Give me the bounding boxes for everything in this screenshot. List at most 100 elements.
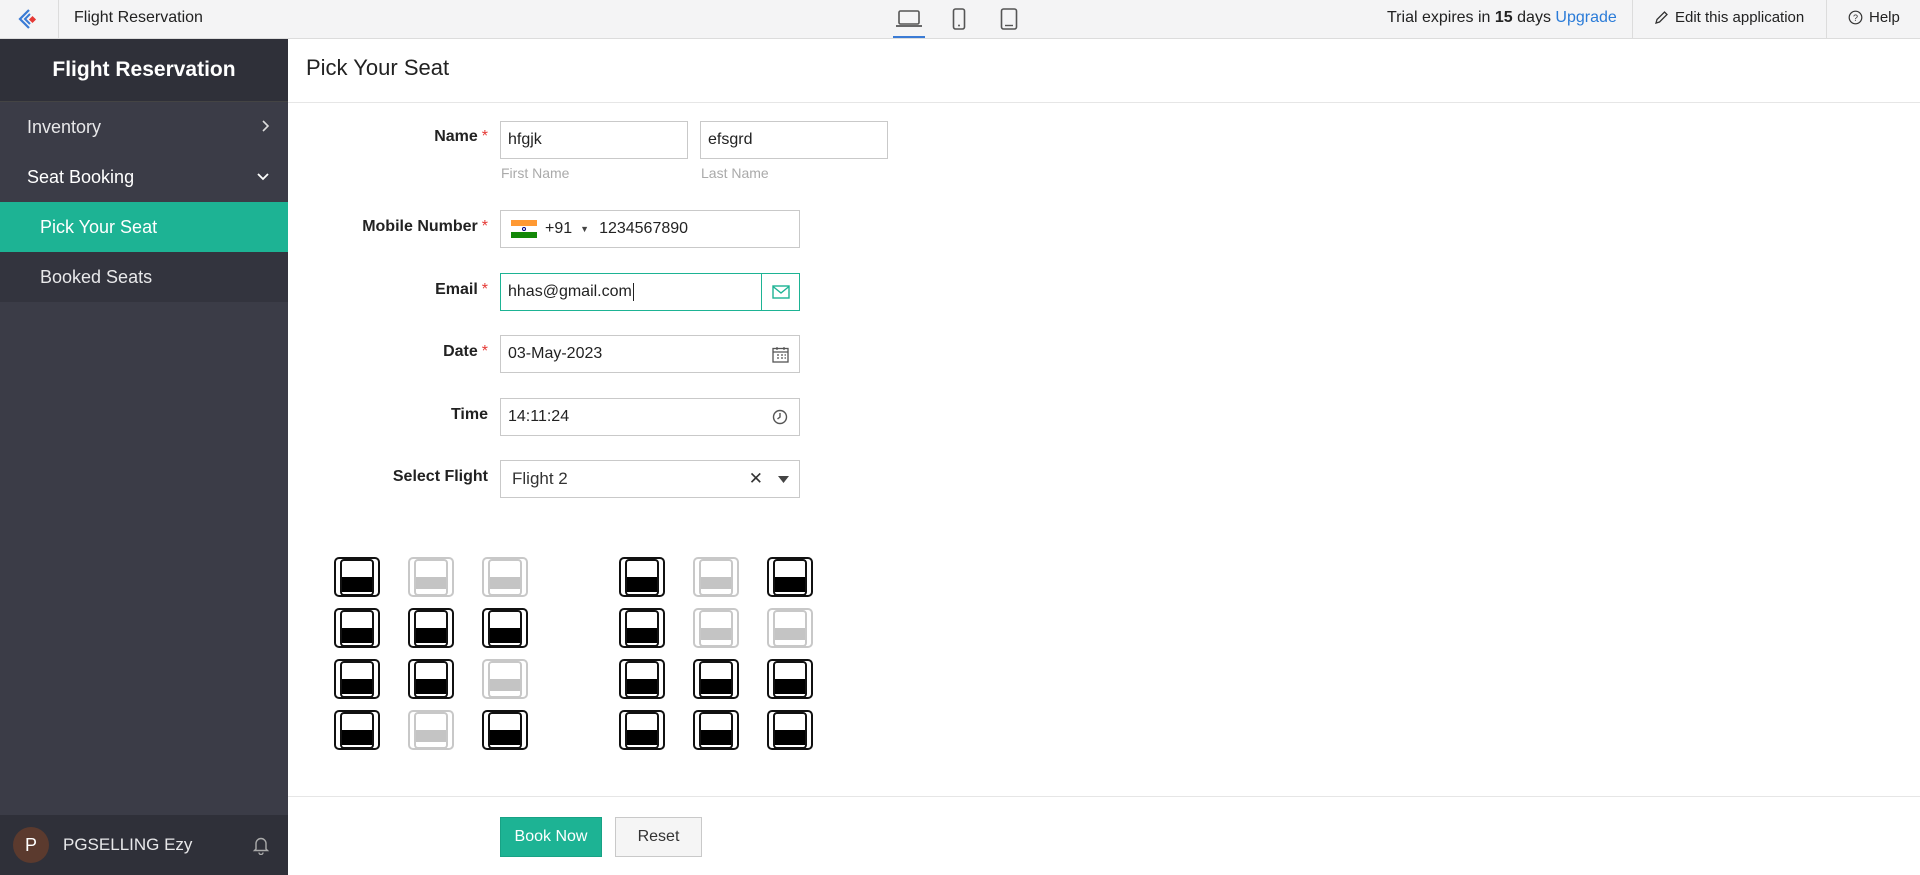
seat-available[interactable] <box>334 659 380 699</box>
seat-unavailable <box>693 608 739 648</box>
sidebar-item-label: Seat Booking <box>27 166 135 187</box>
reset-button[interactable]: Reset <box>615 817 702 857</box>
mobile-label: Mobile Number * <box>288 218 488 236</box>
seat-unavailable <box>408 557 454 597</box>
time-value: 14:11:24 <box>508 408 570 425</box>
required-mark: * <box>481 281 488 298</box>
svg-text:?: ? <box>1853 13 1858 23</box>
time-field[interactable]: 14:11:24 <box>500 398 800 436</box>
clock-icon[interactable] <box>761 399 799 435</box>
country-code[interactable]: +91 <box>545 220 572 238</box>
seat-available[interactable] <box>334 608 380 648</box>
seat-unavailable <box>693 557 739 597</box>
email-field[interactable]: hhas@gmail.com <box>500 273 800 311</box>
page-title: Pick Your Seat <box>306 55 450 80</box>
envelope-icon <box>761 274 799 310</box>
seat-available[interactable] <box>619 710 665 750</box>
trial-days: 15 <box>1494 9 1513 26</box>
app-logo-icon[interactable] <box>0 0 59 38</box>
flight-label-text: Select Flight <box>392 468 488 485</box>
first-name-field[interactable]: hfgjk <box>500 121 688 159</box>
divider <box>288 796 1920 797</box>
chevron-right-icon <box>262 120 270 132</box>
sidebar-item-inventory[interactable]: Inventory <box>0 102 288 152</box>
time-label: Time <box>288 406 488 424</box>
top-bar: Flight Reservation Trial expires in 15 d… <box>0 0 1920 39</box>
clear-icon[interactable]: ✕ <box>749 469 763 489</box>
seat-available[interactable] <box>482 710 528 750</box>
help-circle-icon: ? <box>1848 10 1863 25</box>
upgrade-link[interactable]: Upgrade <box>1555 9 1616 26</box>
divider <box>1632 0 1633 38</box>
user-panel: P PGSELLING Ezy <box>0 815 288 875</box>
date-field[interactable]: 03-May-2023 <box>500 335 800 373</box>
laptop-icon[interactable] <box>893 0 925 38</box>
device-switcher <box>893 0 1025 38</box>
flight-label: Select Flight <box>288 468 488 486</box>
seat-unavailable <box>482 659 528 699</box>
pencil-icon <box>1655 11 1668 24</box>
chevron-down-icon <box>257 173 269 181</box>
calendar-icon[interactable] <box>761 336 799 372</box>
sidebar-item-pick-your-seat[interactable]: Pick Your Seat <box>0 202 288 252</box>
mobile-number-field[interactable]: +91 ▼ 1234567890 <box>500 210 800 248</box>
time-label-text: Time <box>450 406 488 423</box>
seat-available[interactable] <box>619 557 665 597</box>
email-label-text: Email <box>435 281 478 298</box>
required-mark: * <box>481 128 488 145</box>
last-name-hint: Last Name <box>701 165 769 181</box>
seat-unavailable <box>482 557 528 597</box>
flight-select[interactable]: Flight 2 ✕ <box>500 460 800 498</box>
book-now-button[interactable]: Book Now <box>500 817 602 857</box>
seat-available[interactable] <box>767 659 813 699</box>
help-button[interactable]: ? Help <box>1848 9 1900 26</box>
dropdown-caret-icon[interactable] <box>778 476 789 483</box>
app-title: Flight Reservation <box>74 9 203 26</box>
divider <box>1826 0 1827 38</box>
mobile-number-value: 1234567890 <box>599 220 689 237</box>
name-label: Name * <box>288 128 488 146</box>
seat-available[interactable] <box>767 557 813 597</box>
last-name-field[interactable]: efsgrd <box>700 121 888 159</box>
sidebar-item-seat-booking[interactable]: Seat Booking <box>0 152 288 202</box>
seat-defs <box>288 39 289 40</box>
tablet-icon[interactable] <box>993 0 1025 38</box>
avatar[interactable]: P <box>13 827 49 863</box>
seat-available[interactable] <box>408 659 454 699</box>
seat-available[interactable] <box>693 710 739 750</box>
phone-icon[interactable] <box>943 0 975 38</box>
sidebar-item-booked-seats[interactable]: Booked Seats <box>0 252 288 302</box>
mobile-label-text: Mobile Number <box>362 218 478 235</box>
seat-available[interactable] <box>619 659 665 699</box>
india-flag-icon[interactable] <box>511 220 537 238</box>
seat-available[interactable] <box>482 608 528 648</box>
date-label: Date * <box>288 343 488 361</box>
seat-available[interactable] <box>767 710 813 750</box>
seat-unavailable <box>408 710 454 750</box>
email-value: hhas@gmail.com <box>508 283 632 300</box>
trial-prefix: Trial expires in <box>1387 9 1491 26</box>
seat-available[interactable] <box>408 608 454 648</box>
name-label-text: Name <box>434 128 478 145</box>
seat-available[interactable] <box>334 710 380 750</box>
seat-available[interactable] <box>334 557 380 597</box>
seat-available[interactable] <box>693 659 739 699</box>
date-value: 03-May-2023 <box>508 345 603 362</box>
first-name-hint: First Name <box>501 165 570 181</box>
main-content: Pick Your Seat Name * hfgjk efsgrd First … <box>288 39 1920 875</box>
sidebar-header: Flight Reservation <box>0 39 288 102</box>
required-mark: * <box>481 218 488 235</box>
seat-available[interactable] <box>619 608 665 648</box>
caret-down-icon[interactable]: ▼ <box>580 224 589 234</box>
text-cursor <box>632 283 634 301</box>
edit-application-label: Edit this application <box>1675 9 1805 26</box>
help-label: Help <box>1869 9 1900 26</box>
trial-notice: Trial expires in 15 days Upgrade <box>1387 9 1617 27</box>
edit-application-button[interactable]: Edit this application <box>1654 9 1804 26</box>
bell-icon[interactable] <box>252 835 270 855</box>
seat-unavailable <box>767 608 813 648</box>
sidebar-item-label: Inventory <box>27 116 102 137</box>
divider <box>288 102 1920 103</box>
user-name: PGSELLING Ezy <box>63 835 193 854</box>
email-label: Email * <box>288 281 488 299</box>
